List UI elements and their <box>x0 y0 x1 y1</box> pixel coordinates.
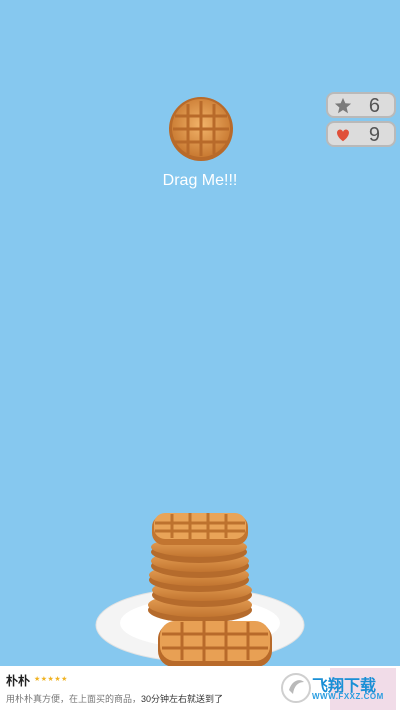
site-logo-url: WWW.FXXZ.COM <box>312 692 384 701</box>
ad-rating: ★★★★★ <box>34 676 68 683</box>
star-counter: 6 <box>326 92 396 118</box>
lives-count: 9 <box>368 124 380 146</box>
draggable-waffle[interactable] <box>168 96 234 162</box>
ad-description: 用朴朴真方便，在上面买的商品，30分钟左右就送到了 <box>6 692 223 705</box>
ad-desc-text: 用朴朴真方便，在上面买的商品， <box>6 694 142 704</box>
heart-icon <box>337 129 349 142</box>
game-canvas[interactable]: Drag Me!!! 6 9 <box>0 0 400 711</box>
ad-desc-highlight: 30分钟左右就送到了 <box>141 694 224 704</box>
stack-base-waffle <box>158 621 272 667</box>
star-count: 6 <box>368 95 380 117</box>
drag-instruction: Drag Me!!! <box>162 172 238 189</box>
star-icon <box>334 97 352 114</box>
lives-counter: 9 <box>326 121 396 147</box>
ad-title: 朴朴 <box>6 674 31 688</box>
stack-top-waffle <box>152 513 248 545</box>
waffle-stack <box>148 513 272 667</box>
